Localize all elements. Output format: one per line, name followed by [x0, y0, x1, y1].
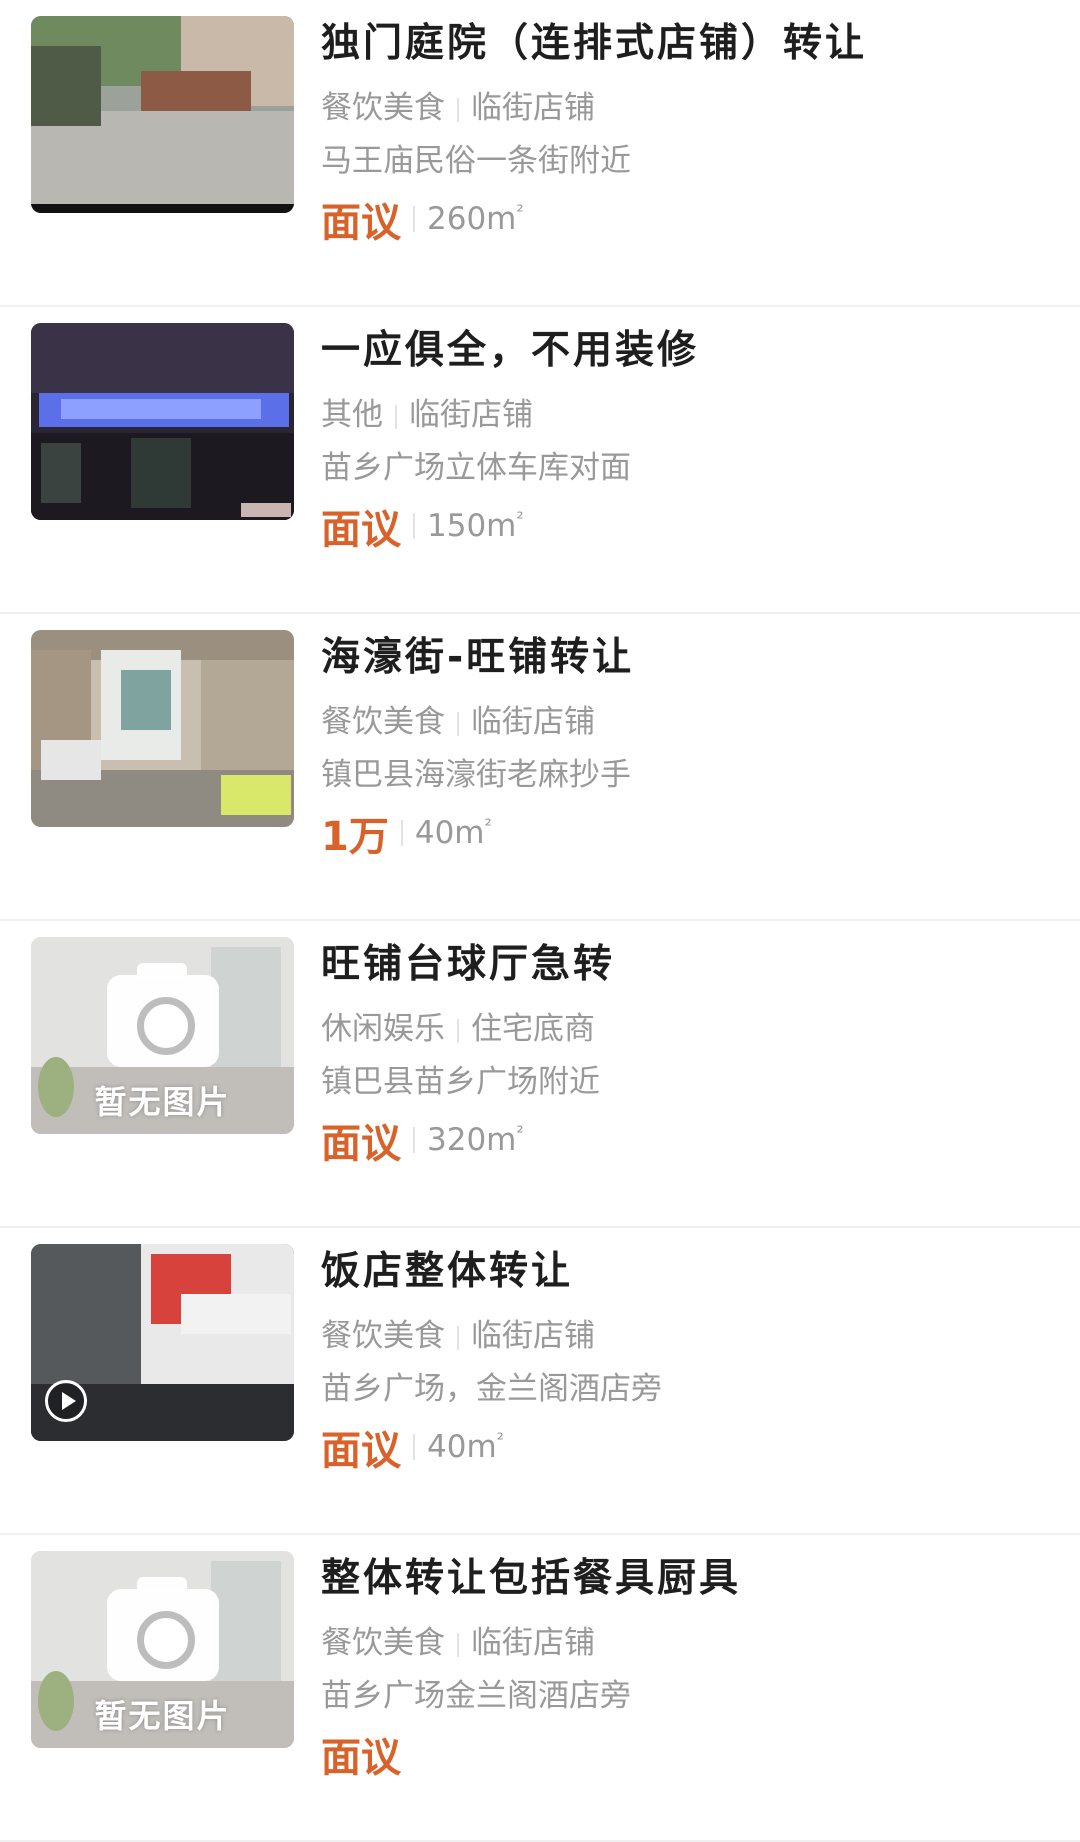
shop-type-tag: 临街店铺 — [409, 397, 533, 433]
area-value: 150m — [427, 508, 517, 544]
camera-icon — [107, 963, 219, 1067]
area-value: 320m — [427, 1122, 517, 1158]
tag-divider — [457, 97, 459, 122]
category-tag: 餐饮美食 — [321, 704, 445, 740]
listing-thumbnail[interactable] — [31, 1244, 294, 1441]
tag-divider — [457, 711, 459, 736]
listing-tags: 其他 临街店铺 — [321, 389, 533, 434]
price-row: 1万 40m² — [321, 804, 492, 862]
tag-divider — [457, 1325, 459, 1350]
listing-title[interactable]: 一应俱全，不用装修 — [321, 319, 699, 375]
price-row: 面议 — [321, 1725, 401, 1783]
listing-item[interactable]: 独门庭院（连排式店铺）转让 餐饮美食 临街店铺 马王庙民俗一条街附近 面议 260m… — [0, 0, 1080, 307]
shop-type-tag: 住宅底商 — [471, 1011, 595, 1047]
price-divider — [413, 1434, 415, 1460]
price-row: 面议 40m² — [321, 1418, 504, 1476]
listing-title[interactable]: 整体转让包括餐具厨具 — [321, 1547, 741, 1603]
listing-address: 苗乡广场金兰阁酒店旁 — [321, 1678, 631, 1714]
tag-divider — [457, 1018, 459, 1043]
listing-thumbnail[interactable] — [31, 323, 294, 520]
listing-price: 1万 — [321, 814, 389, 860]
price-divider — [413, 1127, 415, 1153]
listing-tags: 休闲娱乐 住宅底商 — [321, 1003, 595, 1048]
courtyard-photo — [31, 16, 294, 213]
price-divider — [400, 820, 403, 846]
price-divider — [413, 513, 415, 539]
area-unit-sup: ² — [496, 1429, 504, 1451]
listing-list: 独门庭院（连排式店铺）转让 餐饮美食 临街店铺 马王庙民俗一条街附近 面议 260m… — [0, 0, 1080, 1842]
no-image-label: 暂无图片 — [94, 1083, 231, 1121]
listing-area: 40m² — [427, 1429, 504, 1465]
area-unit-sup: ² — [516, 1122, 524, 1144]
shop-type-tag: 临街店铺 — [471, 90, 595, 126]
listing-thumbnail[interactable] — [31, 630, 294, 827]
listing-address: 马王庙民俗一条街附近 — [321, 143, 631, 179]
camera-icon — [107, 1577, 219, 1681]
listing-title[interactable]: 旺铺台球厅急转 — [321, 933, 615, 989]
price-row: 面议 150m² — [321, 497, 524, 555]
category-tag: 餐饮美食 — [321, 90, 445, 126]
listing-address: 镇巴县海濠街老麻抄手 — [321, 757, 631, 793]
listing-tags: 餐饮美食 临街店铺 — [321, 1310, 595, 1355]
listing-area: 320m² — [427, 1122, 524, 1158]
listing-thumbnail[interactable] — [31, 16, 294, 213]
listing-tags: 餐饮美食 临街店铺 — [321, 1617, 595, 1662]
listing-address: 苗乡广场，金兰阁酒店旁 — [321, 1371, 662, 1407]
no-image-label: 暂无图片 — [94, 1697, 231, 1735]
shop-type-tag: 临街店铺 — [471, 704, 595, 740]
listing-item[interactable]: 暂无图片 旺铺台球厅急转 休闲娱乐 住宅底商 镇巴县苗乡广场附近 面议 320m² — [0, 921, 1080, 1228]
area-value: 40m — [414, 815, 485, 851]
area-value: 260m — [427, 201, 517, 237]
shop-type-tag: 临街店铺 — [471, 1625, 595, 1661]
storefront-night-photo — [31, 323, 294, 520]
shop-type-tag: 临街店铺 — [471, 1318, 595, 1354]
category-tag: 餐饮美食 — [321, 1625, 445, 1661]
play-video-icon[interactable] — [45, 1380, 87, 1422]
listing-price: 面议 — [321, 1428, 401, 1474]
listing-tags: 餐饮美食 临街店铺 — [321, 82, 595, 127]
listing-title[interactable]: 海濠街-旺铺转让 — [321, 626, 634, 682]
listing-title[interactable]: 独门庭院（连排式店铺）转让 — [321, 12, 867, 68]
category-tag: 餐饮美食 — [321, 1318, 445, 1354]
listing-tags: 餐饮美食 临街店铺 — [321, 696, 595, 741]
listing-price: 面议 — [321, 200, 401, 246]
listing-area: 260m² — [427, 201, 524, 237]
listing-thumbnail[interactable]: 暂无图片 — [31, 937, 294, 1134]
listing-price: 面议 — [321, 507, 401, 553]
listing-title[interactable]: 饭店整体转让 — [321, 1240, 573, 1296]
listing-item[interactable]: 海濠街-旺铺转让 餐饮美食 临街店铺 镇巴县海濠街老麻抄手 1万 40m² — [0, 614, 1080, 921]
listing-address: 镇巴县苗乡广场附近 — [321, 1064, 600, 1100]
category-tag: 休闲娱乐 — [321, 1011, 445, 1047]
listing-item[interactable]: 饭店整体转让 餐饮美食 临街店铺 苗乡广场，金兰阁酒店旁 面议 40m² — [0, 1228, 1080, 1535]
area-unit-sup: ² — [484, 815, 492, 837]
listing-price: 面议 — [321, 1735, 401, 1781]
listing-area: 150m² — [427, 508, 524, 544]
area-unit-sup: ² — [516, 201, 524, 223]
restaurant-interior-photo — [31, 630, 294, 827]
area-unit-sup: ² — [516, 508, 524, 530]
price-row: 面议 320m² — [321, 1111, 524, 1169]
price-divider — [413, 206, 415, 232]
listing-item[interactable]: 暂无图片 整体转让包括餐具厨具 餐饮美食 临街店铺 苗乡广场金兰阁酒店旁 面议 — [0, 1535, 1080, 1842]
area-value: 40m — [427, 1429, 497, 1465]
price-row: 面议 260m² — [321, 190, 524, 248]
tag-divider — [395, 404, 397, 429]
listing-price: 面议 — [321, 1121, 401, 1167]
tag-divider — [457, 1632, 459, 1657]
listing-thumbnail[interactable]: 暂无图片 — [31, 1551, 294, 1748]
listing-area: 40m² — [415, 815, 492, 851]
category-tag: 其他 — [321, 397, 383, 433]
listing-address: 苗乡广场立体车库对面 — [321, 450, 631, 486]
listing-item[interactable]: 一应俱全，不用装修 其他 临街店铺 苗乡广场立体车库对面 面议 150m² — [0, 307, 1080, 614]
